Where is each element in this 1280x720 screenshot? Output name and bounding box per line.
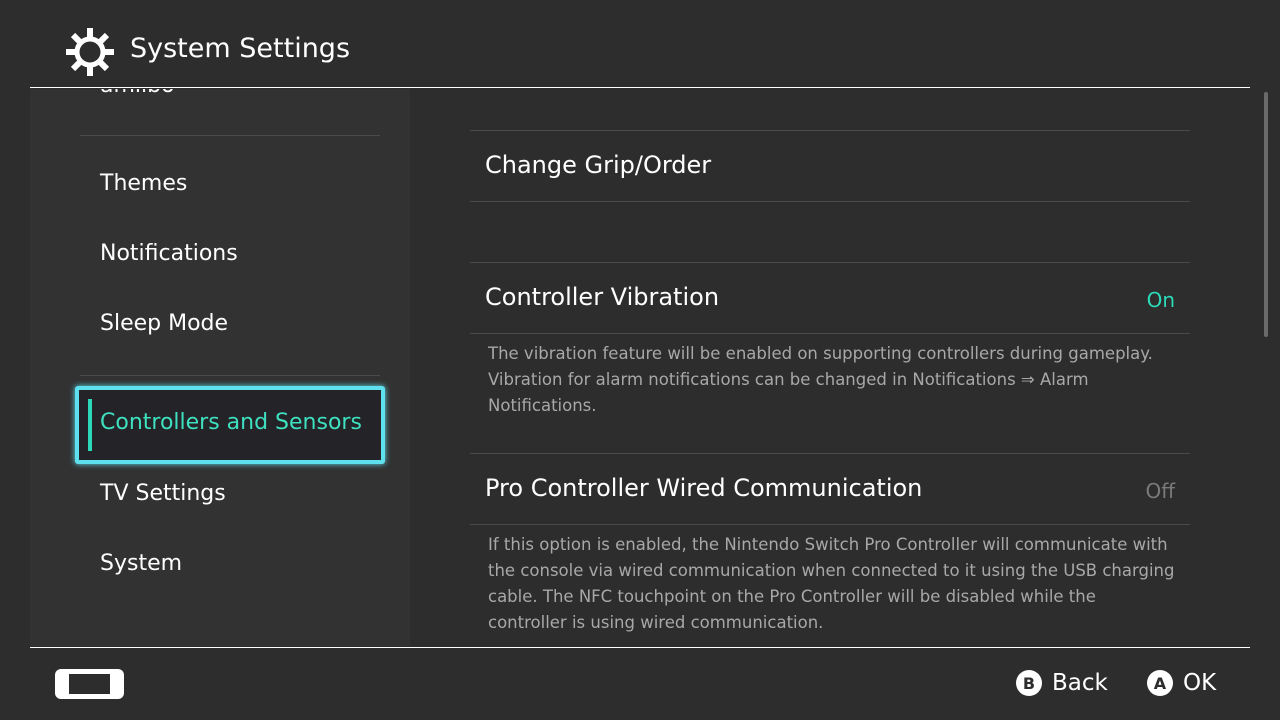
divider bbox=[470, 262, 1190, 263]
header-divider bbox=[30, 87, 1250, 88]
sidebar-item-controllers-and-sensors[interactable]: Controllers and Sensors bbox=[75, 386, 385, 464]
divider bbox=[470, 333, 1190, 334]
sidebar-item-label: Controllers and Sensors bbox=[100, 410, 362, 435]
page-title: System Settings bbox=[130, 33, 351, 64]
settings-panel: Change Grip/Order Controller Vibration O… bbox=[470, 89, 1190, 646]
scrollbar[interactable] bbox=[1264, 92, 1268, 337]
back-label: Back bbox=[1052, 670, 1108, 696]
sidebar-item-notifications[interactable]: Notifications bbox=[100, 241, 238, 266]
divider bbox=[470, 453, 1190, 454]
ok-label: OK bbox=[1183, 670, 1217, 696]
sidebar-divider bbox=[80, 135, 380, 136]
header: System Settings bbox=[0, 0, 1280, 88]
sidebar: amiibo Themes Notifications Sleep Mode C… bbox=[30, 89, 410, 646]
back-button[interactable]: B Back bbox=[1016, 670, 1108, 696]
sidebar-item-sleep-mode[interactable]: Sleep Mode bbox=[100, 311, 228, 336]
controller-vibration-value: On bbox=[1146, 288, 1175, 312]
divider bbox=[470, 524, 1190, 525]
handheld-console-icon bbox=[55, 669, 124, 699]
divider bbox=[470, 130, 1190, 131]
divider bbox=[470, 201, 1190, 202]
sidebar-item-amiibo[interactable]: amiibo bbox=[100, 89, 175, 98]
controller-vibration-description: The vibration feature will be enabled on… bbox=[488, 344, 1153, 415]
pro-controller-wired-item[interactable]: Pro Controller Wired Communication bbox=[485, 474, 922, 502]
a-button-icon: A bbox=[1147, 670, 1173, 696]
footer-divider bbox=[30, 647, 1250, 648]
change-grip-order-item[interactable]: Change Grip/Order bbox=[485, 151, 711, 179]
b-button-icon: B bbox=[1016, 670, 1042, 696]
gear-icon bbox=[66, 28, 114, 76]
controller-vibration-item[interactable]: Controller Vibration bbox=[485, 283, 719, 311]
pro-controller-wired-description: If this option is enabled, the Nintendo … bbox=[488, 535, 1175, 632]
sidebar-item-themes[interactable]: Themes bbox=[100, 171, 187, 196]
sidebar-item-tv-settings[interactable]: TV Settings bbox=[100, 481, 226, 506]
selection-indicator bbox=[88, 399, 92, 451]
ok-button[interactable]: A OK bbox=[1147, 670, 1216, 696]
sidebar-divider bbox=[80, 375, 380, 376]
pro-controller-wired-value: Off bbox=[1145, 479, 1175, 503]
sidebar-item-system[interactable]: System bbox=[100, 551, 182, 576]
